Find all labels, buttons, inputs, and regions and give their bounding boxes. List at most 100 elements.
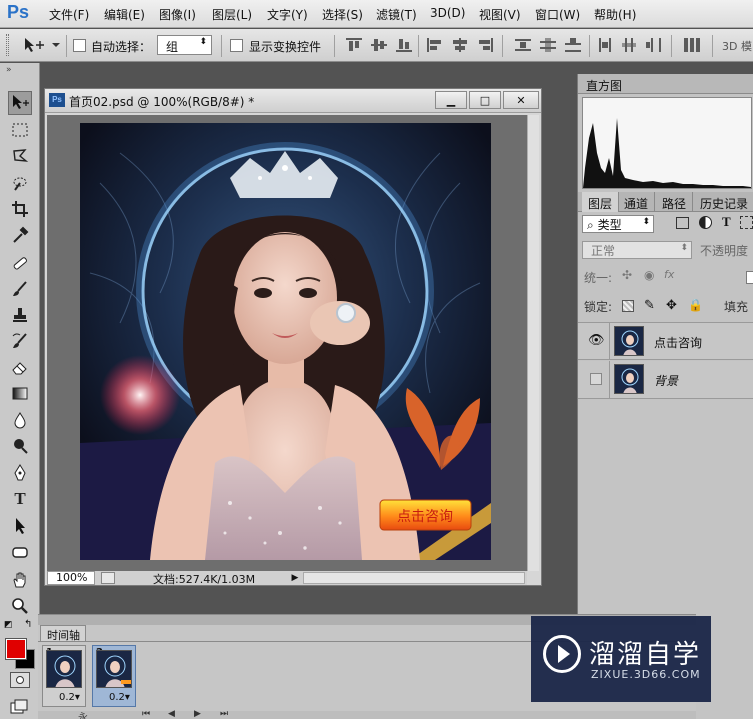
- eyedropper-tool[interactable]: [8, 223, 32, 247]
- default-colors-icon[interactable]: ◩: [4, 620, 13, 630]
- close-button[interactable]: ✕: [503, 91, 539, 109]
- menu-view[interactable]: 视图(V): [479, 6, 521, 23]
- distribute-top-icon[interactable]: [515, 38, 531, 52]
- dodge-tool[interactable]: [8, 434, 32, 458]
- filter-shape-icon[interactable]: [740, 216, 753, 229]
- quick-select-tool[interactable]: [8, 171, 32, 195]
- animation-frame[interactable]: 1 0.2▾: [42, 645, 86, 707]
- timeline-tab[interactable]: 时间轴: [40, 625, 86, 642]
- distribute-vcenter-icon[interactable]: [540, 38, 556, 52]
- auto-align-icon[interactable]: [684, 38, 700, 52]
- first-frame-icon[interactable]: ⏮: [142, 709, 150, 719]
- grip-handle[interactable]: [6, 34, 9, 56]
- tab-paths[interactable]: 路径: [656, 192, 694, 212]
- lock-all-icon[interactable]: 🔒: [688, 298, 703, 312]
- auto-select-dropdown[interactable]: 组 ⬍: [157, 35, 212, 55]
- history-brush-tool[interactable]: [8, 329, 32, 353]
- foreground-color-swatch[interactable]: [5, 638, 27, 660]
- align-top-icon[interactable]: [346, 38, 362, 52]
- distribute-left-icon[interactable]: [598, 38, 614, 52]
- screen-mode-button[interactable]: [10, 699, 30, 715]
- unify-position-icon[interactable]: ✣: [622, 268, 632, 282]
- menu-3d[interactable]: 3D(D): [430, 6, 465, 20]
- type-tool[interactable]: T: [8, 487, 32, 511]
- vertical-scrollbar[interactable]: [527, 115, 539, 571]
- move-tool-preset[interactable]: [22, 36, 62, 54]
- unify-visibility-icon[interactable]: ◉: [644, 268, 654, 282]
- horizontal-scrollbar[interactable]: [303, 572, 525, 584]
- align-bottom-icon[interactable]: [396, 38, 412, 52]
- zoom-level-field[interactable]: 100%: [47, 571, 95, 585]
- eraser-tool[interactable]: [8, 355, 32, 379]
- minimize-button[interactable]: ▁: [435, 91, 467, 109]
- status-arrow-icon[interactable]: ▶: [289, 572, 301, 584]
- pen-tool[interactable]: [8, 461, 32, 485]
- clone-stamp-tool[interactable]: [8, 303, 32, 327]
- blur-tool[interactable]: [8, 408, 32, 432]
- lock-position-icon[interactable]: ✥: [666, 298, 677, 313]
- status-menu-icon[interactable]: [101, 572, 115, 584]
- next-frame-icon[interactable]: ⏭: [220, 709, 228, 719]
- hand-tool[interactable]: [8, 568, 32, 592]
- filter-type-icon[interactable]: T: [722, 214, 731, 230]
- unify-style-icon[interactable]: fx: [664, 268, 674, 281]
- swap-colors-icon[interactable]: ↰: [24, 619, 32, 630]
- show-transform-checkbox[interactable]: [230, 39, 243, 52]
- quick-mask-button[interactable]: [10, 672, 30, 688]
- crop-tool[interactable]: [8, 197, 32, 221]
- menu-window[interactable]: 窗口(W): [535, 6, 580, 23]
- tab-history[interactable]: 历史记录: [694, 192, 753, 212]
- layer-row[interactable]: 👁 点击咨询: [578, 322, 753, 360]
- frame-delay[interactable]: 0.2▾: [109, 692, 130, 703]
- layer-row[interactable]: 背景: [578, 361, 753, 399]
- layer-visibility-toggle[interactable]: 👁: [582, 323, 610, 360]
- filter-adjustment-icon[interactable]: [699, 216, 712, 229]
- frame-delay[interactable]: 0.2▾: [59, 692, 80, 703]
- align-right-icon[interactable]: [477, 38, 493, 52]
- healing-brush-tool[interactable]: [8, 251, 32, 275]
- document-titlebar[interactable]: Ps 首页02.psd @ 100%(RGB/8#) * ▁ □ ✕: [45, 89, 541, 113]
- menu-filter[interactable]: 滤镜(T): [376, 6, 417, 23]
- layer-visibility-toggle[interactable]: [582, 361, 610, 398]
- align-left-icon[interactable]: [427, 38, 443, 52]
- brush-tool[interactable]: [8, 277, 32, 301]
- lock-transparent-icon[interactable]: [622, 300, 634, 312]
- menu-layer[interactable]: 图层(L): [212, 6, 252, 23]
- histogram-tab[interactable]: 直方图: [586, 77, 622, 94]
- distribute-bottom-icon[interactable]: [565, 38, 581, 52]
- distribute-hcenter-icon[interactable]: [622, 38, 638, 52]
- collapse-icon[interactable]: »: [6, 65, 12, 75]
- lock-pixels-icon[interactable]: ✎: [644, 298, 655, 313]
- mode-3d-label[interactable]: 3D 模: [722, 38, 752, 54]
- menu-image[interactable]: 图像(I): [159, 6, 196, 23]
- gradient-tool[interactable]: [8, 381, 32, 405]
- move-tool[interactable]: [8, 91, 32, 115]
- tab-channels[interactable]: 通道: [618, 192, 656, 212]
- shape-tool[interactable]: [8, 540, 32, 564]
- canvas-area[interactable]: 点击咨询: [47, 115, 527, 571]
- path-select-tool[interactable]: [8, 514, 32, 538]
- marquee-tool[interactable]: [8, 118, 32, 142]
- menu-help[interactable]: 帮助(H): [594, 6, 636, 23]
- play-icon[interactable]: ▶: [194, 709, 201, 719]
- menu-type[interactable]: 文字(Y): [267, 6, 308, 23]
- canvas-artwork[interactable]: 点击咨询: [80, 123, 491, 560]
- auto-select-checkbox[interactable]: [73, 39, 86, 52]
- blend-mode-dropdown[interactable]: 正常 ⬍: [582, 241, 692, 259]
- menu-edit[interactable]: 编辑(E): [104, 6, 145, 23]
- distribute-right-icon[interactable]: [646, 38, 662, 52]
- zoom-tool[interactable]: [8, 594, 32, 618]
- align-vcenter-icon[interactable]: [371, 38, 387, 52]
- maximize-button[interactable]: □: [469, 91, 501, 109]
- filter-pixel-icon[interactable]: [676, 217, 689, 229]
- prev-frame-icon[interactable]: ◀: [168, 709, 175, 719]
- align-hcenter-icon[interactable]: [452, 38, 468, 52]
- layer-filter-dropdown[interactable]: ⌕ 类型 ⬍: [582, 215, 654, 233]
- animation-frame[interactable]: 2 0.2▾: [92, 645, 136, 707]
- propagate-frame-checkbox[interactable]: [746, 271, 753, 284]
- menu-file[interactable]: 文件(F): [49, 6, 89, 23]
- menu-select[interactable]: 选择(S): [322, 6, 363, 23]
- loop-value[interactable]: 永: [78, 709, 88, 719]
- lasso-tool[interactable]: [8, 144, 32, 168]
- tab-layers[interactable]: 图层: [582, 192, 620, 212]
